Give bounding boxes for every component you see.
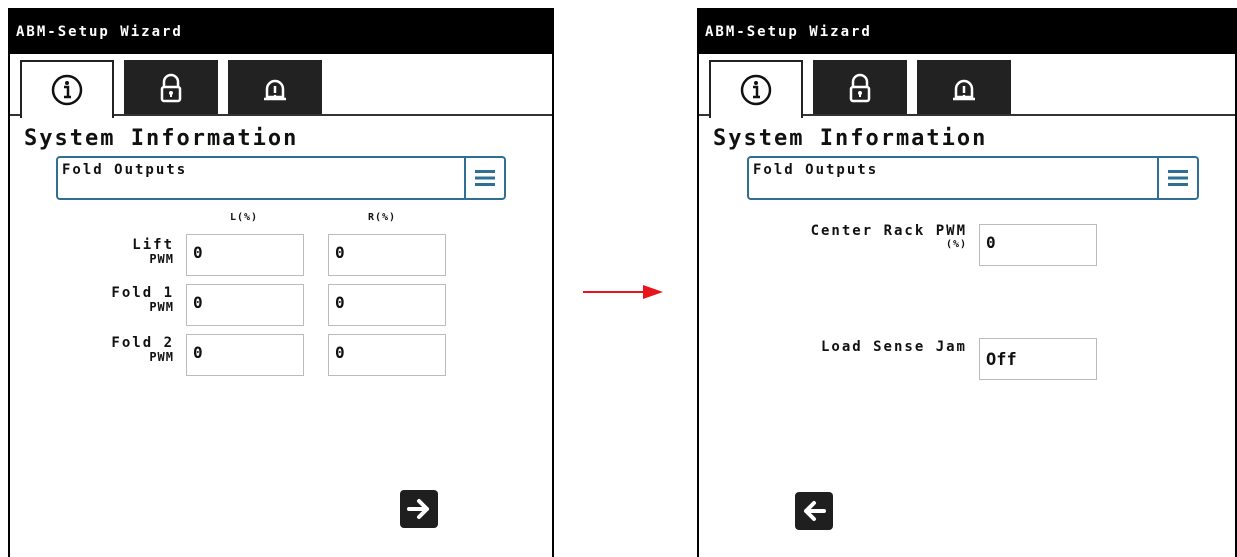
bell-alert-icon [953,79,975,101]
fold2-pwm-right-input[interactable]: 0 [328,334,446,376]
center-rack-pwm-label: Center Rack PWM (%) [810,223,967,250]
row-label-fold1: Fold 1 PWM [111,285,174,314]
row-label-lift: Lift PWM [132,237,174,266]
tab-security[interactable] [813,60,907,116]
setup-screen-left: ABM-Setup Wizard System Information Fold… [8,8,554,557]
back-button[interactable] [795,492,833,530]
tab-bar [707,60,1235,118]
load-sense-jam-label: Load Sense Jam [820,339,967,355]
lift-pwm-right-input[interactable]: 0 [328,234,446,276]
center-rack-pwm-input[interactable]: 0 [979,224,1097,266]
window-title: ABM-Setup Wizard [699,10,1235,54]
arrow-left-icon [804,501,826,521]
page-title: System Information [24,126,299,151]
tab-alarms[interactable] [228,60,322,116]
fold1-pwm-left-input[interactable]: 0 [186,284,304,326]
column-header-left: L(%) [230,212,259,223]
dropdown-value: Fold Outputs [753,162,879,178]
tab-system-info[interactable] [709,60,803,118]
menu-icon [1168,170,1188,186]
column-header-right: R(%) [368,212,397,223]
section-dropdown[interactable]: Fold Outputs [56,156,506,200]
next-button[interactable] [400,490,438,528]
fold2-pwm-left-input[interactable]: 0 [186,334,304,376]
bell-alert-icon [264,79,286,101]
tab-security[interactable] [124,60,218,116]
lift-pwm-left-input[interactable]: 0 [186,234,304,276]
arrow-right-icon [407,499,429,519]
setup-screen-right: ABM-Setup Wizard System Information Fold… [697,8,1237,557]
fold1-pwm-right-input[interactable]: 0 [328,284,446,326]
dropdown-value: Fold Outputs [62,162,188,178]
transition-arrow-icon [583,285,663,299]
window-title: ABM-Setup Wizard [10,10,552,54]
row-label-fold2: Fold 2 PWM [111,335,174,364]
tab-bar [18,60,552,118]
tab-alarms[interactable] [917,60,1011,116]
menu-icon [475,170,495,186]
lock-icon [160,73,182,103]
tab-system-info[interactable] [20,60,114,118]
section-dropdown[interactable]: Fold Outputs [747,156,1199,200]
dropdown-button[interactable] [1157,158,1197,198]
dropdown-button[interactable] [464,158,504,198]
lock-icon [849,73,871,103]
info-icon [740,74,772,106]
page-title: System Information [713,126,988,151]
load-sense-jam-select[interactable]: Off [979,338,1097,380]
info-icon [51,74,83,106]
